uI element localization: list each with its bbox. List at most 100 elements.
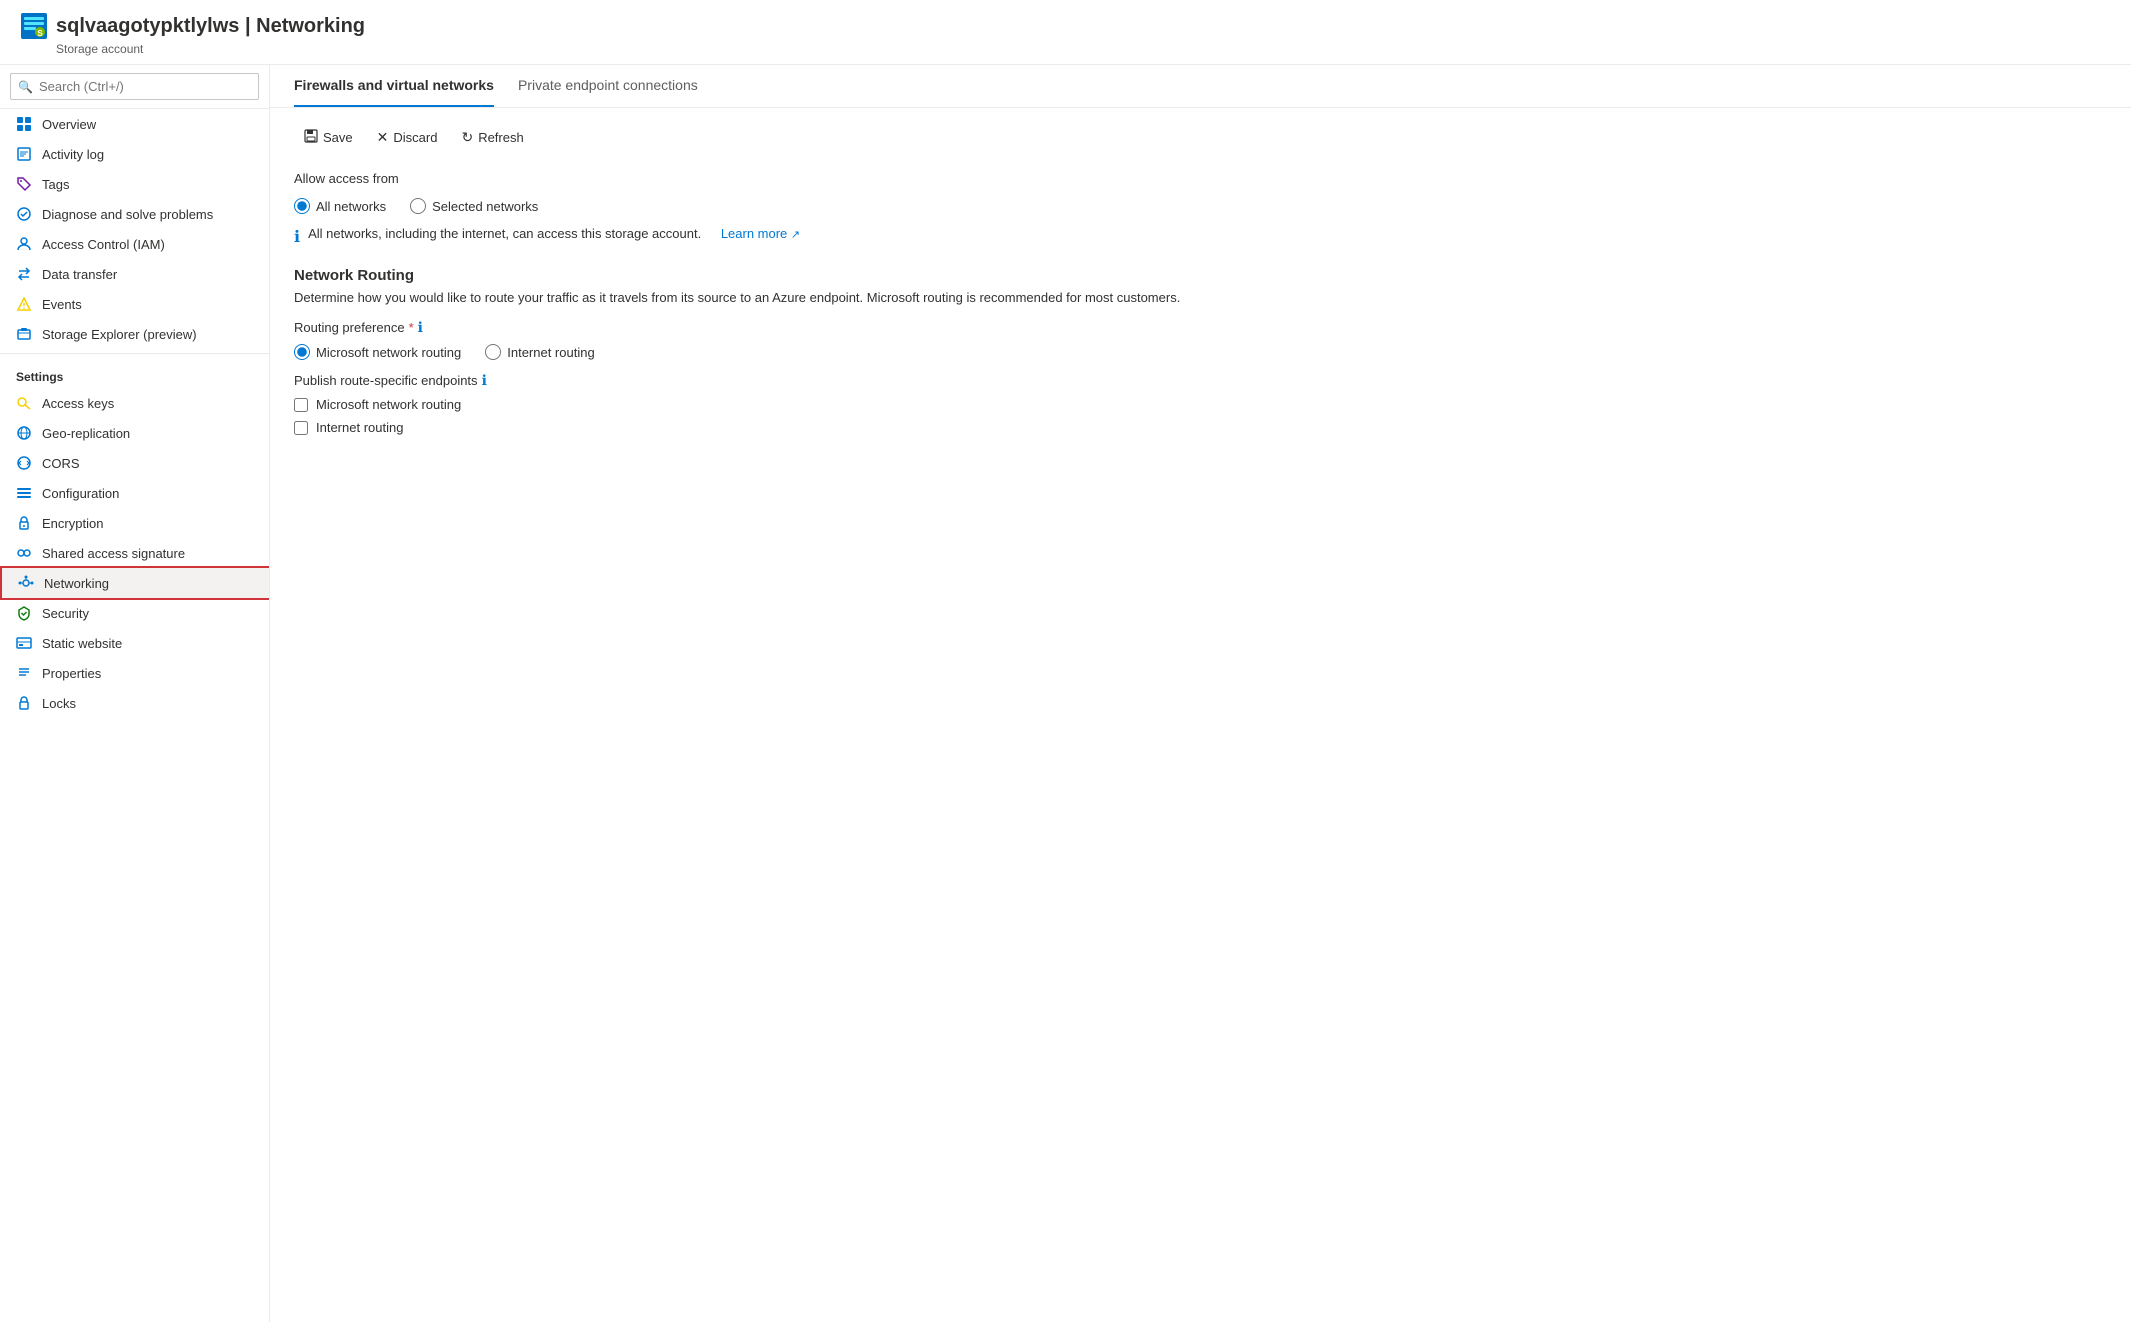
- sidebar-item-configuration[interactable]: Configuration: [0, 478, 269, 508]
- page-title: sqlvaagotypktlylws | Networking: [56, 15, 365, 38]
- svg-text:S: S: [37, 29, 43, 38]
- events-icon: [16, 296, 32, 312]
- radio-microsoft-routing-input[interactable]: [294, 344, 310, 360]
- save-label: Save: [323, 130, 353, 145]
- page-header: S sqlvaagotypktlylws | Networking Storag…: [0, 0, 2131, 65]
- search-icon: 🔍: [18, 80, 33, 94]
- refresh-icon: ↻: [461, 129, 473, 146]
- sidebar-item-events[interactable]: Events: [0, 289, 269, 319]
- checkbox-microsoft-routing[interactable]: Microsoft network routing: [294, 397, 2107, 412]
- activity-icon: [16, 146, 32, 162]
- sidebar-item-cors[interactable]: CORS: [0, 448, 269, 478]
- sidebar-label-overview: Overview: [42, 117, 96, 132]
- data-transfer-icon: [16, 266, 32, 282]
- key-icon: [16, 395, 32, 411]
- locks-icon: [16, 695, 32, 711]
- sidebar-item-encryption[interactable]: Encryption: [0, 508, 269, 538]
- sidebar-label-access-keys: Access keys: [42, 396, 114, 411]
- sidebar-item-geo-replication[interactable]: Geo-replication: [0, 418, 269, 448]
- networking-icon: [18, 575, 34, 591]
- sidebar-label-cors: CORS: [42, 456, 80, 471]
- network-routing-description: Determine how you would like to route yo…: [294, 290, 1194, 305]
- sidebar-label-diagnose: Diagnose and solve problems: [42, 207, 213, 222]
- content-tabs: Firewalls and virtual networks Private e…: [270, 65, 2131, 108]
- external-link-icon: ↗: [791, 229, 800, 241]
- sidebar-item-tags[interactable]: Tags: [0, 169, 269, 199]
- radio-all-networks-input[interactable]: [294, 198, 310, 214]
- sidebar-divider: [0, 353, 269, 354]
- save-button[interactable]: Save: [294, 124, 363, 151]
- sidebar-label-tags: Tags: [42, 177, 69, 192]
- radio-selected-networks[interactable]: Selected networks: [410, 198, 538, 214]
- settings-section-label: Settings: [0, 358, 269, 388]
- sidebar-item-activity-log[interactable]: Activity log: [0, 139, 269, 169]
- sidebar-label-networking: Networking: [44, 576, 109, 591]
- radio-selected-networks-input[interactable]: [410, 198, 426, 214]
- discard-button[interactable]: ✕ Discard: [367, 124, 448, 151]
- refresh-button[interactable]: ↻ Refresh: [451, 124, 533, 151]
- config-icon: [16, 485, 32, 501]
- radio-internet-routing-input[interactable]: [485, 344, 501, 360]
- routing-preference-label: Routing preference * ℹ: [294, 319, 2107, 336]
- discard-label: Discard: [393, 130, 437, 145]
- allow-access-label: Allow access from: [294, 171, 2107, 186]
- sidebar: 🔍 Overview Activity log Tags: [0, 65, 270, 1322]
- resource-subtitle: Storage account: [56, 42, 2111, 56]
- sidebar-item-networking[interactable]: Networking: [0, 568, 269, 598]
- toolbar: Save ✕ Discard ↻ Refresh: [294, 124, 2107, 151]
- sidebar-item-storage-explorer[interactable]: Storage Explorer (preview): [0, 319, 269, 349]
- required-marker: *: [409, 320, 414, 335]
- sidebar-item-data-transfer[interactable]: Data transfer: [0, 259, 269, 289]
- sidebar-label-storage-explorer: Storage Explorer (preview): [42, 327, 197, 342]
- publish-endpoints-label: Publish route-specific endpoints ℹ: [294, 372, 2107, 389]
- radio-microsoft-routing[interactable]: Microsoft network routing: [294, 344, 461, 360]
- sidebar-item-iam[interactable]: Access Control (IAM): [0, 229, 269, 259]
- security-icon: [16, 605, 32, 621]
- sidebar-label-data-transfer: Data transfer: [42, 267, 117, 282]
- sidebar-label-static-website: Static website: [42, 636, 122, 651]
- sidebar-item-access-keys[interactable]: Access keys: [0, 388, 269, 418]
- sidebar-item-diagnose[interactable]: Diagnose and solve problems: [0, 199, 269, 229]
- sidebar-label-activity-log: Activity log: [42, 147, 104, 162]
- network-routing-heading: Network Routing: [294, 267, 2107, 284]
- sidebar-item-shared-access[interactable]: Shared access signature: [0, 538, 269, 568]
- checkbox-internet-routing-input[interactable]: [294, 421, 308, 435]
- static-icon: [16, 635, 32, 651]
- info-banner: ℹ All networks, including the internet, …: [294, 226, 2107, 247]
- geo-icon: [16, 425, 32, 441]
- radio-internet-routing[interactable]: Internet routing: [485, 344, 594, 360]
- sidebar-item-locks[interactable]: Locks: [0, 688, 269, 718]
- radio-all-networks-label: All networks: [316, 199, 386, 214]
- search-input[interactable]: [10, 73, 259, 100]
- save-icon: [304, 129, 318, 146]
- sidebar-item-static-website[interactable]: Static website: [0, 628, 269, 658]
- radio-microsoft-routing-label: Microsoft network routing: [316, 345, 461, 360]
- access-radio-group: All networks Selected networks: [294, 198, 2107, 214]
- sidebar-label-events: Events: [42, 297, 82, 312]
- publish-info-icon[interactable]: ℹ: [482, 372, 487, 389]
- routing-info-icon[interactable]: ℹ: [418, 319, 423, 336]
- encryption-icon: [16, 515, 32, 531]
- sidebar-item-security[interactable]: Security: [0, 598, 269, 628]
- info-icon: ℹ: [294, 227, 300, 247]
- storage-account-icon: S: [20, 12, 48, 40]
- diagnose-icon: [16, 206, 32, 222]
- checkbox-microsoft-routing-input[interactable]: [294, 398, 308, 412]
- radio-internet-routing-label: Internet routing: [507, 345, 594, 360]
- overview-icon: [16, 116, 32, 132]
- content-body: Save ✕ Discard ↻ Refresh Allow access fr…: [270, 108, 2131, 451]
- checkbox-internet-routing-label: Internet routing: [316, 420, 403, 435]
- sidebar-label-geo-replication: Geo-replication: [42, 426, 130, 441]
- sidebar-item-properties[interactable]: Properties: [0, 658, 269, 688]
- sidebar-search-wrapper[interactable]: 🔍: [0, 65, 269, 109]
- checkbox-internet-routing[interactable]: Internet routing: [294, 420, 2107, 435]
- info-text: All networks, including the internet, ca…: [308, 226, 701, 241]
- tab-private-endpoints[interactable]: Private endpoint connections: [518, 65, 698, 107]
- learn-more-link[interactable]: Learn more ↗: [721, 226, 800, 241]
- sidebar-item-overview[interactable]: Overview: [0, 109, 269, 139]
- radio-all-networks[interactable]: All networks: [294, 198, 386, 214]
- tab-firewalls[interactable]: Firewalls and virtual networks: [294, 65, 494, 107]
- sidebar-label-iam: Access Control (IAM): [42, 237, 165, 252]
- tags-icon: [16, 176, 32, 192]
- sidebar-label-security: Security: [42, 606, 89, 621]
